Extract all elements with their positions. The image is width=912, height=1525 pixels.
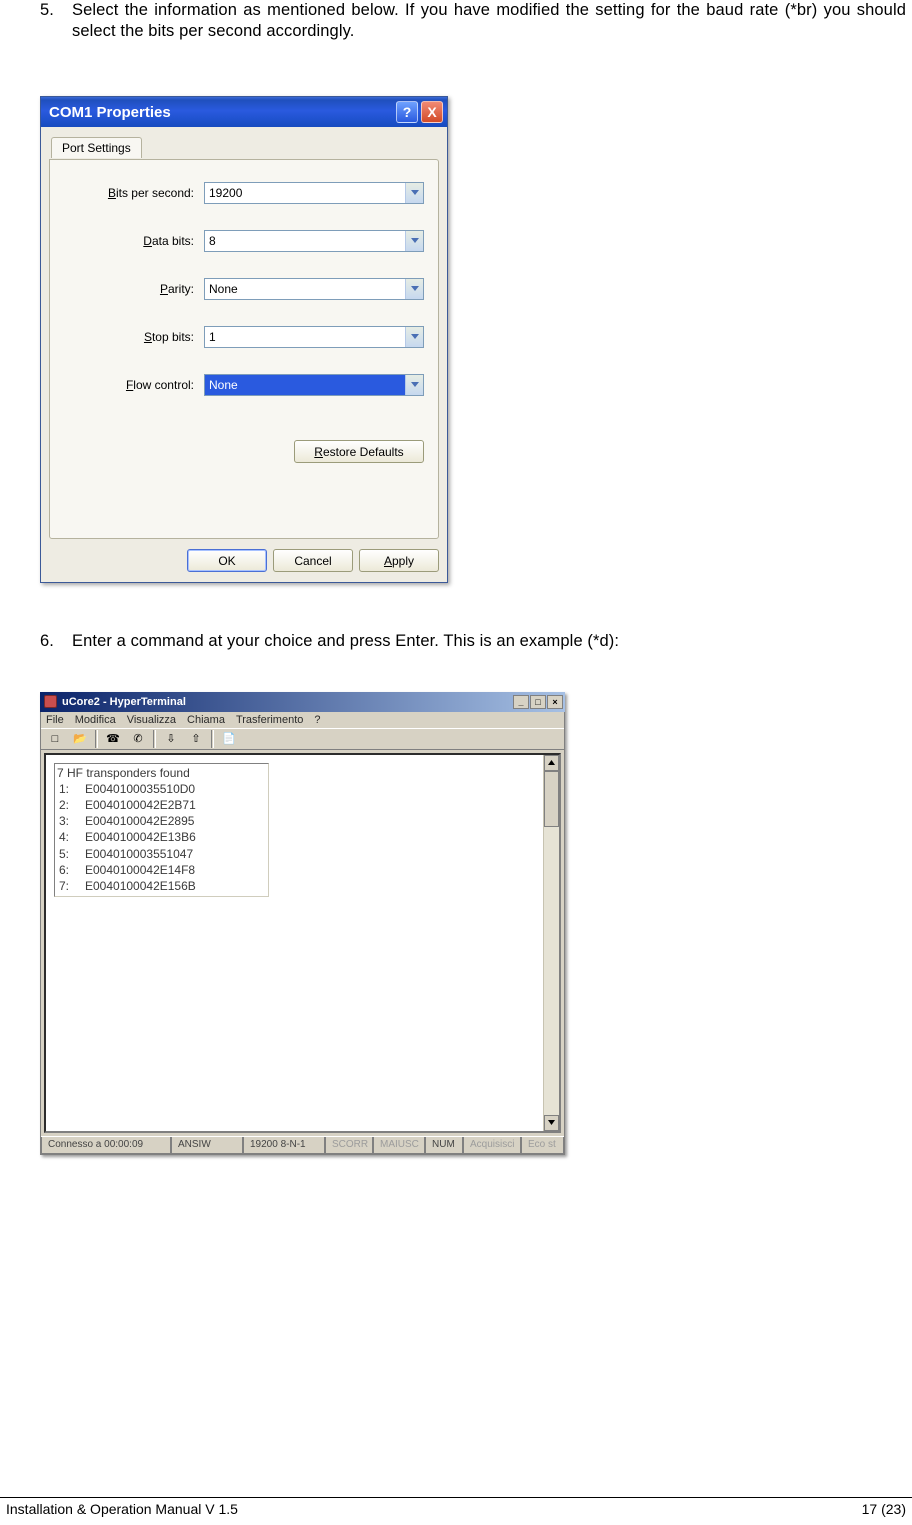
combo-value: 8 [209,234,216,248]
found-line: 7 HF transponders found [57,766,264,780]
toolbar-send-icon[interactable]: ⇩ [160,730,182,748]
com1-properties-dialog: COM1 Properties ? X Port Settings Bits p… [40,96,448,583]
footer-left: Installation & Operation Manual V 1.5 [6,1501,238,1517]
combo-value: 1 [209,330,216,344]
scrollbar-thumb[interactable] [544,771,559,827]
toolbar: □ 📂 ☎ ✆ ⇩ ⇧ 📄 [41,728,564,750]
combo-data-bits[interactable]: 8 [204,230,424,252]
close-button[interactable]: × [547,695,563,709]
dialog-titlebar[interactable]: COM1 Properties ? X [41,97,447,127]
minimize-button[interactable]: _ [513,695,529,709]
close-button[interactable]: X [421,101,443,123]
transponder-row: 4:E0040100042E13B6 [57,829,264,845]
instruction-step-6: 6. Enter a command at your choice and pr… [0,631,912,652]
status-bar: Connesso a 00:00:09 ANSIW 19200 8-N-1 SC… [41,1136,564,1154]
label-bits-per-second: Bits per second: [64,186,204,200]
maximize-button[interactable]: □ [530,695,546,709]
menu-trasferimento[interactable]: Trasferimento [236,714,303,726]
step-text: Select the information as mentioned belo… [72,0,906,41]
status-scorr: SCORR [325,1137,373,1154]
restore-defaults-button[interactable]: Restore Defaults [294,440,424,463]
toolbar-connect-icon[interactable]: ☎ [102,730,124,748]
status-acquisisci: Acquisisci [463,1137,521,1154]
status-maiusc: MAIUSC [373,1137,425,1154]
combo-bits-per-second[interactable]: 19200 [204,182,424,204]
instruction-step-5: 5. Select the information as mentioned b… [0,0,912,41]
transponder-row: 1:E0040100035510D0 [57,781,264,797]
apply-button[interactable]: Apply [359,549,439,572]
cancel-button[interactable]: Cancel [273,549,353,572]
page-footer: Installation & Operation Manual V 1.5 17… [0,1497,912,1517]
combo-stop-bits[interactable]: 1 [204,326,424,348]
app-icon [44,695,57,708]
chevron-down-icon[interactable] [405,375,423,395]
status-connection: Connesso a 00:00:09 [41,1137,171,1154]
chevron-down-icon[interactable] [405,279,423,299]
chevron-down-icon[interactable] [405,327,423,347]
toolbar-new-icon[interactable]: □ [44,730,66,748]
step-number: 6. [40,631,58,652]
status-eco: Eco st [521,1137,564,1154]
combo-flow-control[interactable]: None [204,374,424,396]
chevron-down-icon[interactable] [405,231,423,251]
step-text: Enter a command at your choice and press… [72,631,906,652]
toolbar-disconnect-icon[interactable]: ✆ [127,730,149,748]
toolbar-properties-icon[interactable]: 📄 [218,730,240,748]
combo-value: 19200 [209,186,242,200]
menu-visualizza[interactable]: Visualizza [127,714,176,726]
scroll-down-button[interactable] [544,1115,559,1131]
terminal-output: 7 HF transponders found 1:E0040100035510… [54,763,269,897]
status-num: NUM [425,1137,463,1154]
hyperterminal-window: uCore2 - HyperTerminal _ □ × File Modifi… [40,692,565,1155]
transponder-row: 2:E0040100042E2B71 [57,797,264,813]
label-flow-control: Flow control: [64,378,204,392]
window-title: uCore2 - HyperTerminal [62,696,186,708]
chevron-down-icon[interactable] [405,183,423,203]
toolbar-receive-icon[interactable]: ⇧ [185,730,207,748]
transponder-row: 7:E0040100042E156B [57,878,264,894]
combo-value: None [209,282,238,296]
status-emulation: ANSIW [171,1137,243,1154]
toolbar-open-icon[interactable]: 📂 [69,730,91,748]
tab-port-settings[interactable]: Port Settings [51,137,142,158]
combo-value: None [209,378,238,392]
transponder-row: 6:E0040100042E14F8 [57,862,264,878]
menu-chiama[interactable]: Chiama [187,714,225,726]
label-parity: Parity: [64,282,204,296]
port-settings-panel: Bits per second: 19200 Data bits: 8 Pari… [49,159,439,539]
status-port-params: 19200 8-N-1 [243,1137,325,1154]
scroll-up-button[interactable] [544,755,559,771]
ok-button[interactable]: OK [187,549,267,572]
menu-file[interactable]: File [46,714,64,726]
combo-parity[interactable]: None [204,278,424,300]
label-stop-bits: Stop bits: [64,330,204,344]
step-number: 5. [40,0,58,41]
menu-help[interactable]: ? [314,714,320,726]
footer-page-number: 17 (23) [862,1501,906,1517]
vertical-scrollbar[interactable] [543,755,559,1131]
label-data-bits: Data bits: [64,234,204,248]
menu-modifica[interactable]: Modifica [75,714,116,726]
terminal-viewport[interactable]: 7 HF transponders found 1:E0040100035510… [46,755,543,1131]
hyperterminal-titlebar[interactable]: uCore2 - HyperTerminal _ □ × [40,692,565,712]
help-button[interactable]: ? [396,101,418,123]
transponder-row: 3:E0040100042E2895 [57,813,264,829]
transponder-row: 5:E004010003551047 [57,846,264,862]
dialog-title: COM1 Properties [49,104,171,121]
menu-bar: File Modifica Visualizza Chiama Trasferi… [41,712,564,728]
